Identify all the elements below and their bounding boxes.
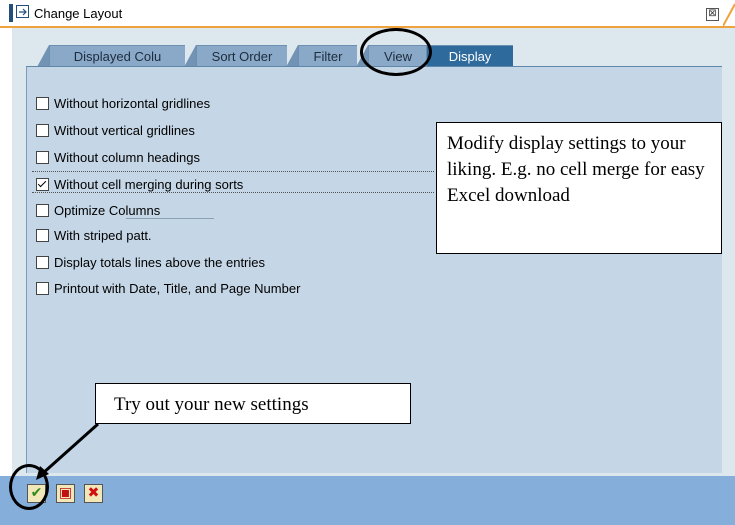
option-without-horizontal-gridlines[interactable]: Without horizontal gridlines [36, 95, 210, 111]
checkbox[interactable] [36, 96, 49, 110]
close-icon[interactable]: ⊠ [706, 8, 719, 21]
option-label: Without horizontal gridlines [54, 95, 211, 111]
checkbox[interactable] [36, 281, 49, 295]
save-icon[interactable]: ▣ [56, 484, 75, 503]
checkbox[interactable] [36, 203, 49, 217]
option-label: Without vertical gridlines [54, 122, 195, 138]
option-without-column-headings[interactable]: Without column headings [36, 149, 200, 165]
try-settings-callout: Try out your new settings [95, 383, 411, 424]
tab-displayed-columns[interactable]: Displayed Colu [49, 45, 185, 68]
view-tab-highlight-ellipse [360, 28, 432, 76]
option-label: Printout with Date, Title, and Page Numb… [54, 280, 301, 296]
tab-sort-order[interactable]: Sort Order [196, 45, 287, 68]
tab-fold [184, 45, 196, 67]
title-accent [9, 4, 13, 22]
title-corner-decoration [723, 3, 735, 26]
option-totals-above-entries[interactable]: Display totals lines above the entries [36, 254, 265, 270]
checkbox[interactable] [36, 255, 49, 269]
option-optimize-columns[interactable]: Optimize Columns [36, 202, 160, 218]
change-layout-icon [16, 5, 29, 18]
option-without-cell-merging[interactable]: Without cell merging during sorts [36, 176, 243, 192]
checkbox[interactable] [36, 123, 49, 137]
title-bar: Change Layout ⊠ [0, 0, 735, 28]
tab-fold [37, 45, 49, 67]
separator [126, 218, 214, 219]
checkbox[interactable] [36, 228, 49, 242]
checkbox[interactable] [36, 150, 49, 164]
tab-fold [286, 45, 298, 67]
tab-filter[interactable]: Filter [298, 45, 357, 68]
option-label: With striped patt. [54, 227, 152, 243]
option-striped-pattern[interactable]: With striped patt. [36, 227, 152, 243]
window-title: Change Layout [34, 6, 123, 21]
option-label: Display totals lines above the entries [54, 254, 266, 270]
option-label: Optimize Columns [54, 202, 161, 218]
checkbox-checked[interactable] [36, 177, 49, 191]
option-without-vertical-gridlines[interactable]: Without vertical gridlines [36, 122, 195, 138]
option-label: Without cell merging during sorts [54, 176, 244, 192]
cancel-x-icon[interactable]: ✖ [84, 484, 103, 503]
ok-button-highlight-ellipse [9, 464, 49, 510]
option-label: Without column headings [54, 149, 200, 165]
modify-settings-callout: Modify display settings to your liking. … [436, 122, 722, 254]
option-printout-date-title-page[interactable]: Printout with Date, Title, and Page Numb… [36, 280, 300, 296]
tab-display[interactable]: Display [426, 45, 513, 68]
footer-toolbar [0, 476, 735, 525]
